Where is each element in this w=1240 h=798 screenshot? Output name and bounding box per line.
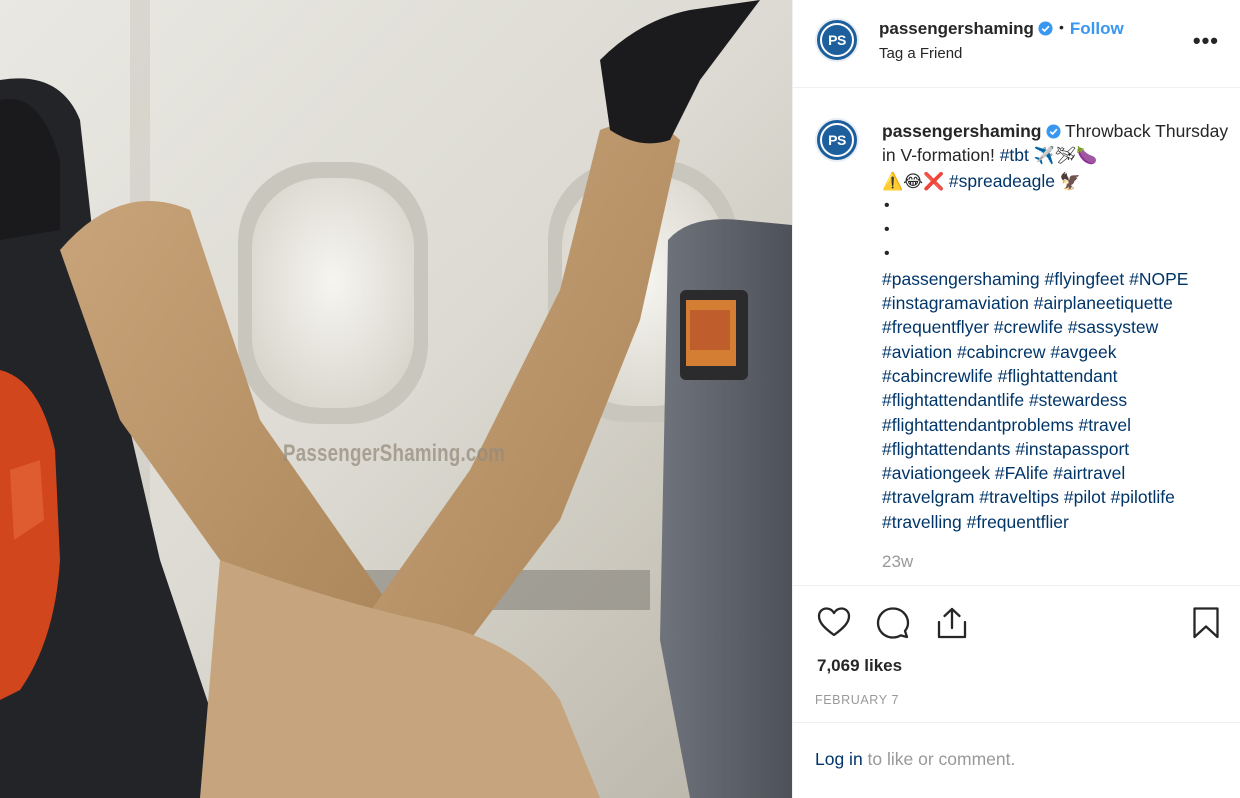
- hashtag-link[interactable]: #FAlife: [995, 463, 1049, 483]
- caption-bullet: •: [884, 245, 890, 263]
- header-avatar[interactable]: PS: [815, 18, 859, 62]
- hashtag-link[interactable]: #frequentflyer: [882, 317, 989, 337]
- hashtag-link[interactable]: #cabincrewlife: [882, 366, 993, 386]
- hashtag-link[interactable]: #cabincrew: [957, 342, 1046, 362]
- airplane-cabin-image: [0, 0, 792, 798]
- likes-count[interactable]: 7,069 likes: [817, 656, 902, 676]
- avatar-logo-text: PS: [820, 23, 854, 57]
- header-user-line: passengershaming • Follow: [879, 19, 1124, 39]
- caption-username[interactable]: passengershaming: [882, 121, 1042, 141]
- hashtag-link[interactable]: #travel: [1079, 415, 1132, 435]
- login-prompt-text: to like or comment.: [862, 749, 1016, 769]
- post-age[interactable]: 23w: [882, 552, 913, 572]
- login-link[interactable]: Log in: [815, 749, 863, 769]
- header-location-link[interactable]: Tag a Friend: [879, 45, 962, 62]
- heart-icon[interactable]: [817, 606, 851, 638]
- post-photo[interactable]: PassengerShaming.com: [0, 0, 792, 798]
- hashtag-link[interactable]: #frequentflier: [967, 512, 1069, 532]
- image-watermark: PassengerShaming.com: [283, 440, 506, 467]
- hashtag-link[interactable]: #instapassport: [1015, 439, 1129, 459]
- hashtag-link[interactable]: #flightattendantproblems: [882, 415, 1074, 435]
- caption-emoji: 🦅: [1054, 171, 1081, 191]
- hashtag-link[interactable]: #tbt: [1000, 145, 1029, 165]
- login-prompt: Log in to like or comment.: [815, 749, 1015, 770]
- separator-dot: •: [1058, 19, 1064, 35]
- comment-icon[interactable]: [876, 606, 910, 640]
- hashtag-link[interactable]: #pilotlife: [1111, 487, 1175, 507]
- hashtag-link[interactable]: #flightattendant: [998, 366, 1118, 386]
- share-icon[interactable]: [935, 606, 969, 640]
- header-username[interactable]: passengershaming: [879, 19, 1034, 38]
- bookmark-icon[interactable]: [1192, 606, 1220, 640]
- caption-bullet: •: [884, 221, 890, 239]
- hashtag-link[interactable]: #passengershaming: [882, 269, 1040, 289]
- hashtag-link[interactable]: #airtravel: [1053, 463, 1125, 483]
- hashtag-link[interactable]: #travelgram: [882, 487, 974, 507]
- hashtag-list: #passengershaming #flyingfeet #NOPE #ins…: [882, 267, 1232, 534]
- hashtag-link[interactable]: #instagramaviation: [882, 293, 1029, 313]
- hashtag-link[interactable]: #crewlife: [994, 317, 1063, 337]
- caption-bullet: •: [884, 196, 890, 214]
- caption-emoji: ⚠️😂❌: [882, 171, 949, 191]
- hashtag-link[interactable]: #pilot: [1064, 487, 1106, 507]
- hashtag-link[interactable]: #aviation: [882, 342, 952, 362]
- avatar-logo-text: PS: [820, 123, 854, 157]
- hashtag-link[interactable]: #avgeek: [1050, 342, 1116, 362]
- hashtag-link[interactable]: #airplaneetiquette: [1034, 293, 1173, 313]
- post-date: FEBRUARY 7: [815, 693, 900, 707]
- hashtag-link[interactable]: #flightattendants: [882, 439, 1010, 459]
- caption-avatar[interactable]: PS: [815, 118, 859, 162]
- hashtag-link[interactable]: #flightattendantlife: [882, 390, 1024, 410]
- hashtag-link[interactable]: #stewardess: [1029, 390, 1127, 410]
- hashtag-link[interactable]: #NOPE: [1129, 269, 1188, 289]
- caption-emoji: ✈️🛩🍆: [1028, 146, 1098, 166]
- post-caption: passengershaming Throwback Thursday in V…: [882, 119, 1232, 534]
- hashtag-link[interactable]: #traveltips: [979, 487, 1059, 507]
- hashtag-link[interactable]: #spreadeagle: [949, 171, 1055, 191]
- hashtag-link[interactable]: #flyingfeet: [1044, 269, 1124, 289]
- hashtag-link[interactable]: #travelling: [882, 512, 962, 532]
- more-options-icon[interactable]: •••: [1193, 28, 1219, 54]
- post-header: PS passengershaming • Follow Tag a Friend …: [793, 0, 1240, 88]
- post-side-panel: PS passengershaming • Follow Tag a Friend …: [792, 0, 1240, 798]
- verified-badge-icon: [1038, 21, 1053, 36]
- follow-button[interactable]: Follow: [1070, 19, 1124, 38]
- verified-badge-icon: [1045, 124, 1061, 139]
- hashtag-link[interactable]: #aviationgeek: [882, 463, 990, 483]
- post-actions: 7,069 likes FEBRUARY 7: [793, 585, 1240, 723]
- hashtag-link[interactable]: #sassystew: [1068, 317, 1158, 337]
